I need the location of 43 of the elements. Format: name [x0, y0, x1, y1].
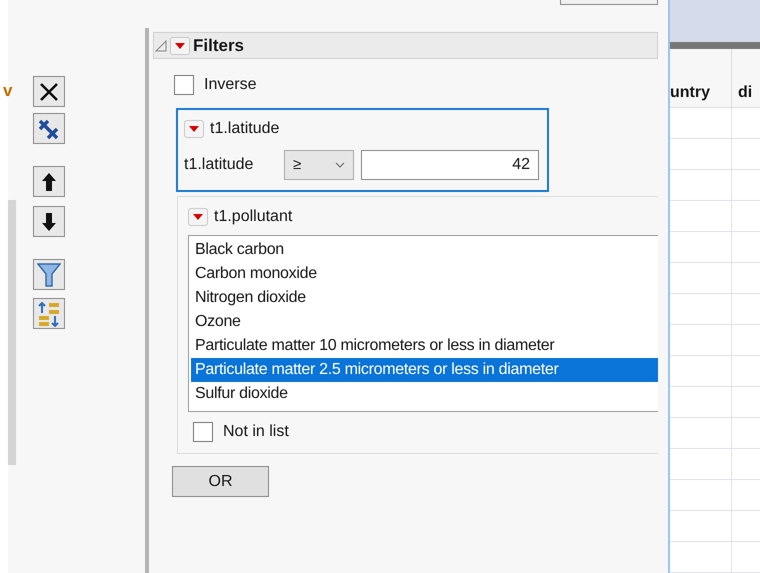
filters-title: Filters	[193, 34, 244, 57]
sort-icon	[37, 300, 61, 326]
menu-button[interactable]	[170, 36, 190, 54]
sort-button[interactable]	[33, 298, 65, 329]
checkbox[interactable]	[174, 75, 194, 95]
pollutant-title: t1.pollutant	[214, 207, 292, 227]
menu-button[interactable]	[188, 208, 208, 226]
down-arrow-icon	[42, 212, 56, 230]
menu-button[interactable]	[184, 120, 204, 138]
caret-icon	[189, 126, 199, 132]
filters-header[interactable]: Filters	[153, 32, 658, 59]
list-item[interactable]: Particulate matter 10 micrometers or less in diameter	[191, 334, 658, 358]
disclosure-triangle-icon[interactable]	[155, 40, 167, 52]
move-down-button[interactable]	[33, 206, 65, 237]
latitude-title: t1.latitude	[210, 119, 280, 139]
caret-icon	[175, 42, 185, 48]
close-icon	[38, 80, 60, 102]
or-button[interactable]: OR	[172, 466, 269, 497]
caret-icon	[193, 214, 203, 220]
up-arrow-icon	[42, 172, 56, 190]
cut-label: v	[3, 80, 12, 102]
not-in-list-label: Not in list	[223, 422, 289, 442]
close-button[interactable]	[33, 76, 65, 107]
column-header[interactable]: di	[738, 80, 752, 105]
latitude-input[interactable]: 42	[361, 150, 539, 180]
chevron-icon	[335, 162, 345, 168]
list-item[interactable]: Black carbon	[191, 238, 658, 262]
list-item[interactable]: Carbon monoxide	[191, 262, 658, 286]
inverse-label: Inverse	[204, 75, 256, 95]
funnel-icon	[37, 262, 61, 288]
latitude-label: t1.latitude	[184, 155, 254, 175]
crosses-icon	[38, 118, 60, 140]
list-item[interactable]: Particulate matter 2.5 micrometers or less in diameter	[191, 358, 658, 382]
scrollbar[interactable]	[8, 200, 16, 465]
filter-button[interactable]	[33, 259, 65, 290]
checkbox[interactable]	[193, 422, 213, 442]
operator-dropdown[interactable]: ≥	[284, 150, 354, 180]
list-item[interactable]: Nitrogen dioxide	[191, 286, 658, 310]
list-item[interactable]: Sulfur dioxide	[191, 382, 658, 406]
remove-button[interactable]	[33, 113, 65, 144]
list-item[interactable]: Ozone	[191, 310, 658, 334]
move-up-button[interactable]	[33, 166, 65, 197]
column-header[interactable]: untry	[670, 80, 710, 105]
